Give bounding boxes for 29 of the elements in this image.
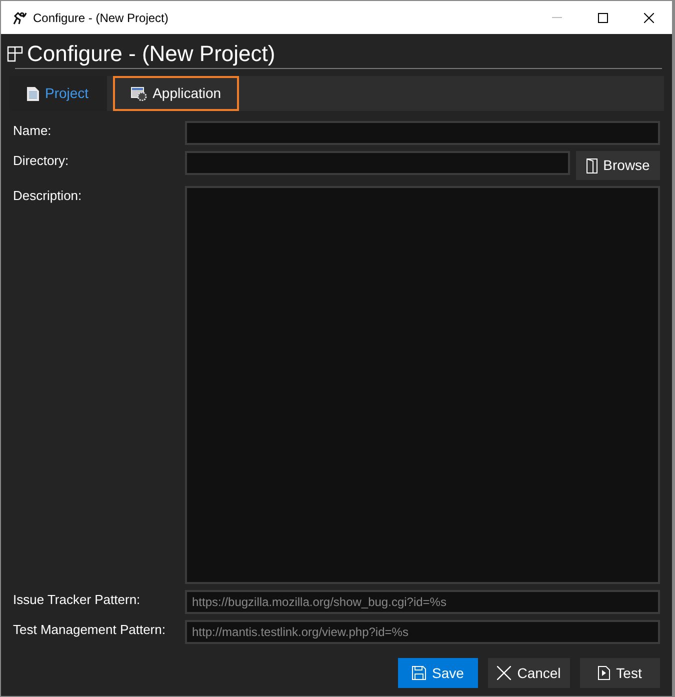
play-document-icon: [598, 666, 610, 680]
tab[interactable]: Application: [112, 76, 240, 111]
browse-button[interactable]: Browse: [576, 151, 660, 180]
close-icon: [644, 12, 654, 22]
directory-field[interactable]: [185, 151, 570, 175]
door-icon: [586, 158, 598, 174]
field-label: Directory:: [13, 152, 70, 170]
field-label: Description:: [13, 187, 83, 205]
description-field[interactable]: [185, 186, 660, 584]
name-field[interactable]: [185, 121, 660, 145]
floppy-icon: [412, 666, 426, 680]
minimize-icon: [552, 17, 562, 18]
test-management-field[interactable]: http://mantis.testlink.org/view.php?id=%s: [185, 620, 660, 644]
field-label: Issue Tracker Pattern:: [13, 591, 142, 609]
close-icon: [497, 666, 512, 680]
test-button[interactable]: Test: [580, 658, 660, 688]
window-title: Configure - (New Project): [33, 10, 168, 26]
maximize-icon: [598, 12, 608, 22]
save-button[interactable]: Save: [398, 658, 478, 688]
field-label: Name:: [13, 122, 52, 140]
window-gear-icon: [130, 86, 147, 101]
page-title: Configure - (New Project): [27, 42, 276, 65]
issue-tracker-field[interactable]: https://bugzilla.mozilla.org/show_bug.cgi?id=%s: [185, 590, 660, 614]
field-label: Test Management Pattern:: [13, 621, 166, 639]
layout-icon: [7, 46, 23, 62]
app-icon: [11, 10, 27, 24]
cancel-button[interactable]: Cancel: [488, 658, 570, 688]
document-icon: [27, 86, 39, 101]
tab[interactable]: Project: [9, 76, 107, 111]
